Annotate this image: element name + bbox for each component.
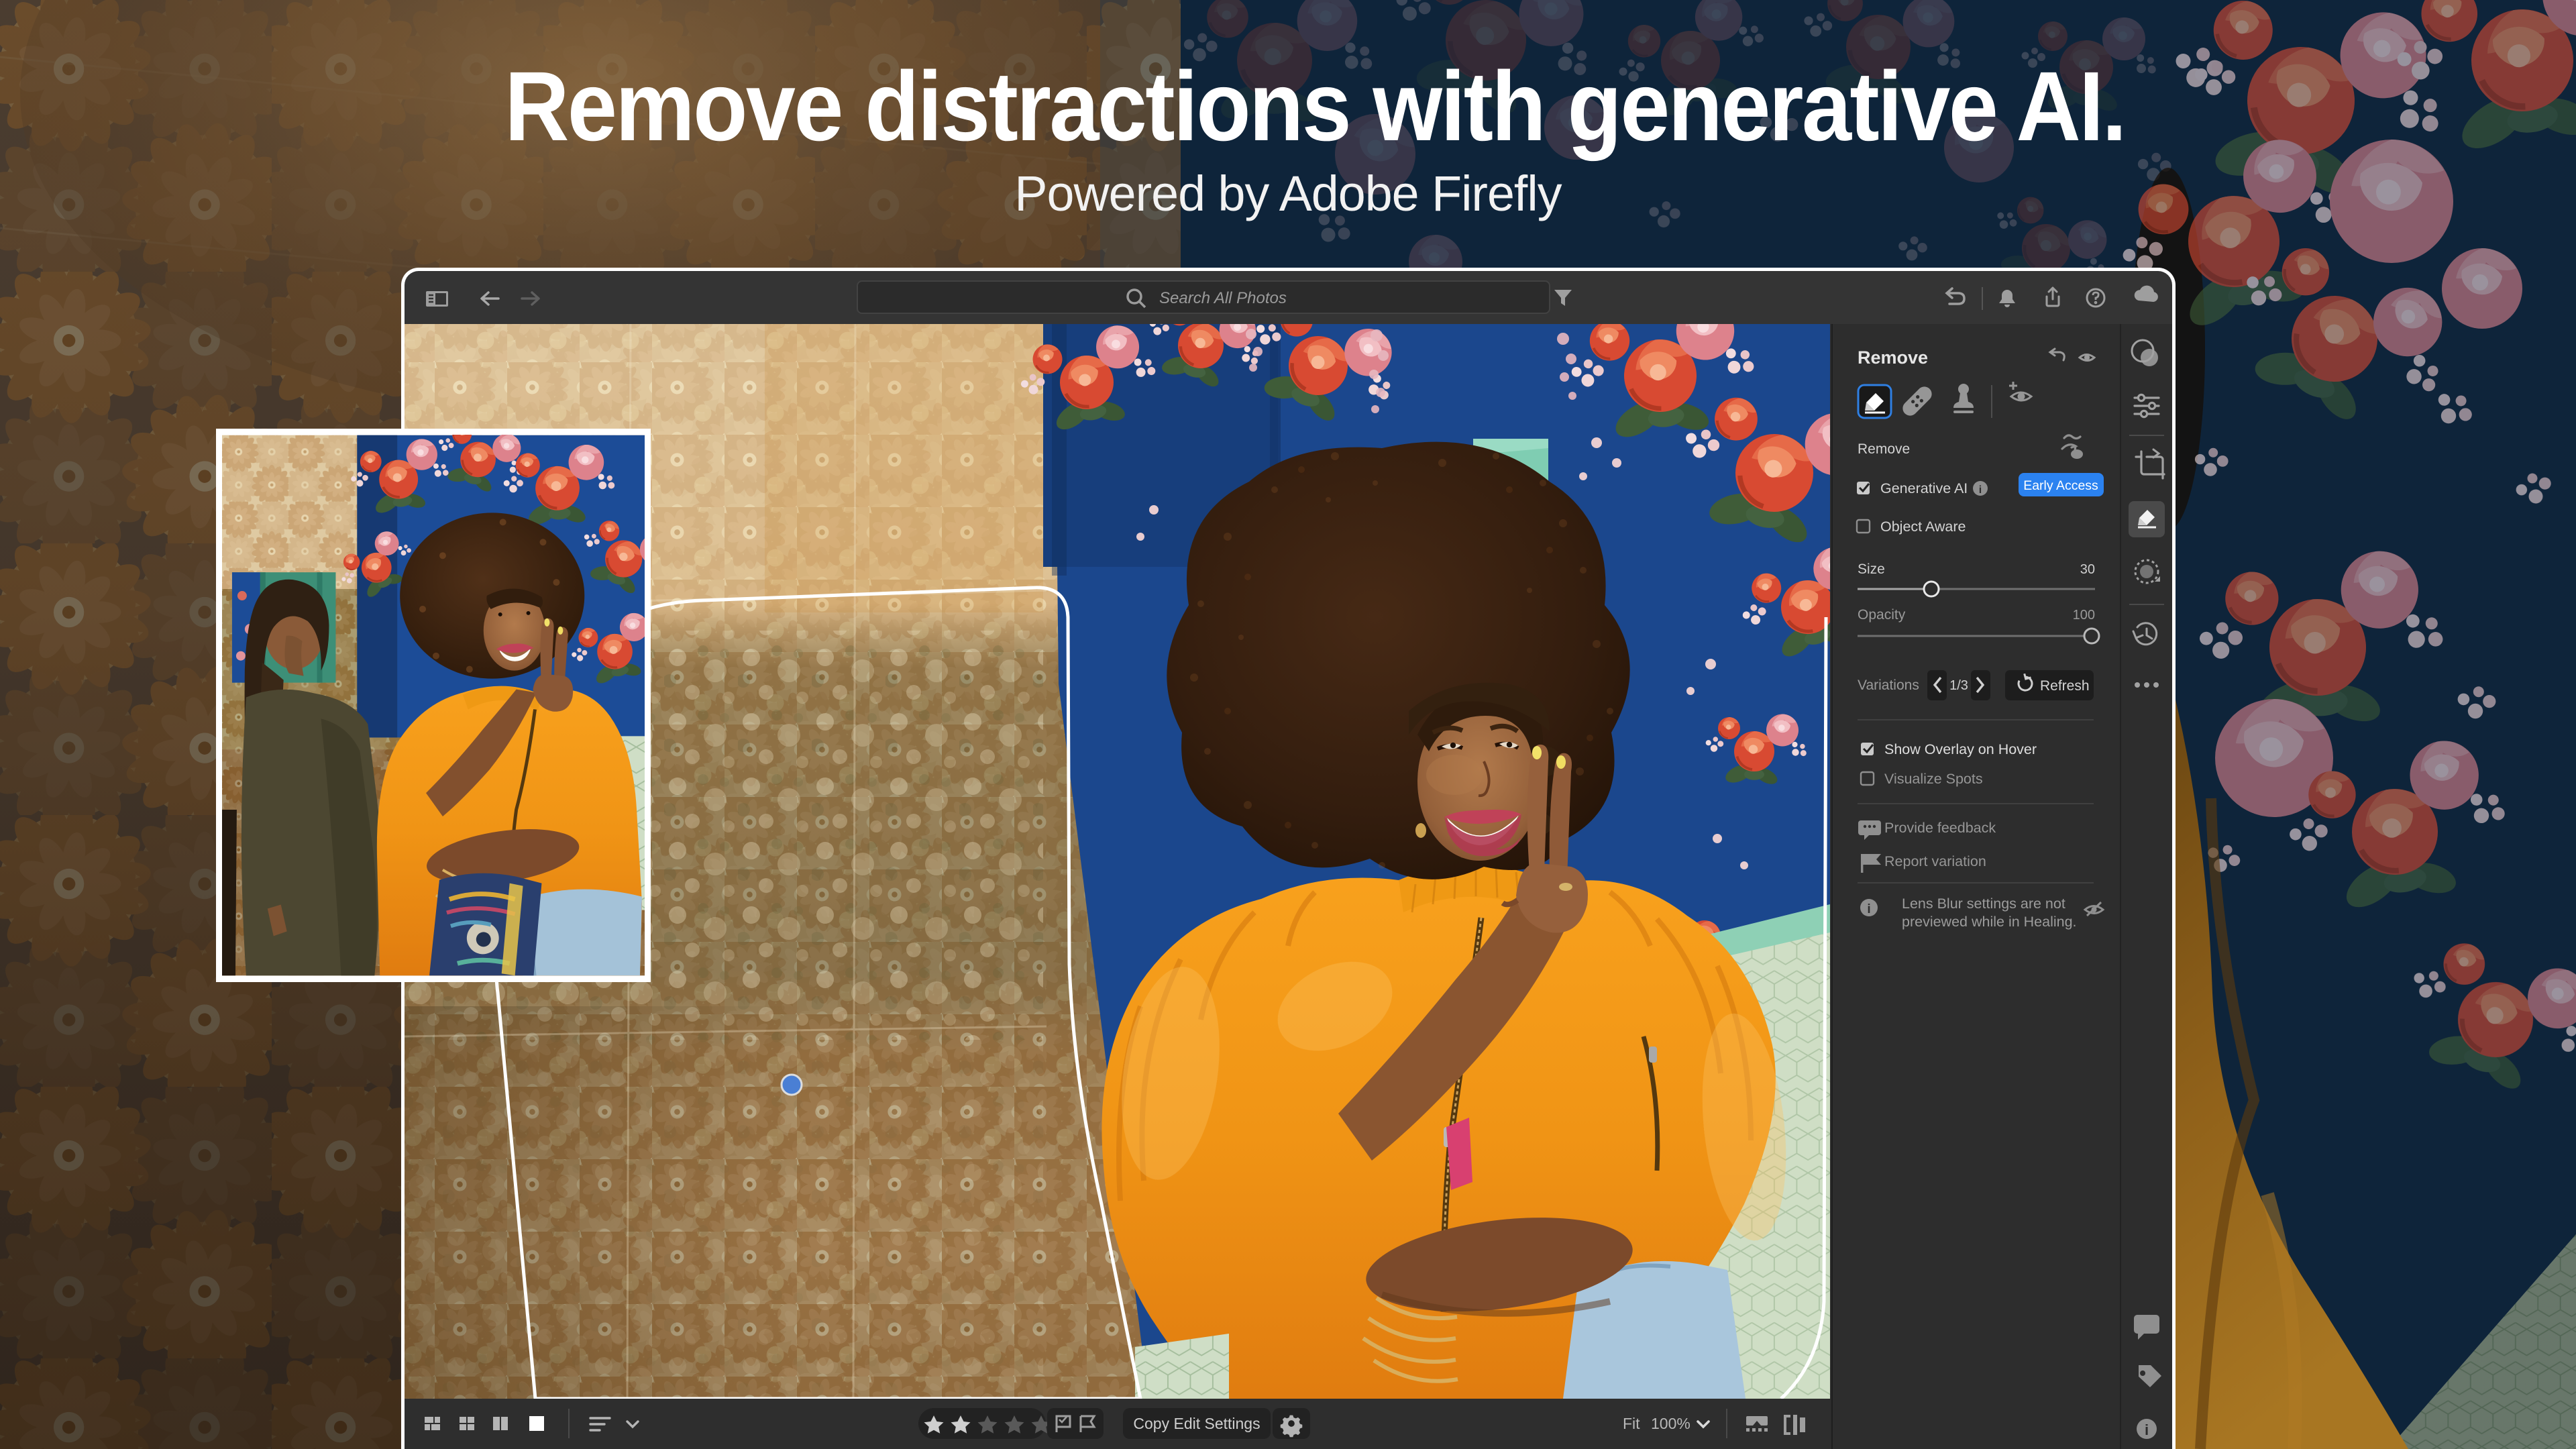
svg-text:Report variation: Report variation: [1884, 853, 1986, 869]
svg-text:100%: 100%: [1651, 1415, 1690, 1432]
svg-text:Remove: Remove: [1858, 347, 1928, 368]
svg-text:i: i: [1979, 484, 1982, 496]
svg-text:i: i: [2145, 1421, 2149, 1438]
svg-text:Early Access: Early Access: [2023, 478, 2098, 493]
svg-text:Provide feedback: Provide feedback: [1884, 820, 1996, 836]
svg-text:Remove: Remove: [1858, 441, 1910, 457]
svg-text:Generative AI: Generative AI: [1880, 480, 1968, 496]
svg-text:Variations: Variations: [1858, 678, 1919, 693]
svg-text:i: i: [1867, 902, 1870, 916]
svg-text:Search All Photos: Search All Photos: [1159, 289, 1287, 307]
svg-text:Lens Blur settings are not: Lens Blur settings are not: [1902, 896, 2065, 912]
svg-text:1/3: 1/3: [1949, 678, 1968, 693]
svg-text:Size: Size: [1858, 561, 1885, 577]
svg-text:30: 30: [2080, 562, 2095, 577]
svg-text:Refresh: Refresh: [2040, 678, 2090, 694]
svg-text:Show Overlay on Hover: Show Overlay on Hover: [1884, 741, 2037, 757]
svg-text:Visualize Spots: Visualize Spots: [1884, 771, 1983, 787]
svg-text:previewed while in Healing.: previewed while in Healing.: [1902, 914, 2077, 930]
svg-text:Object Aware: Object Aware: [1880, 519, 1966, 535]
svg-text:100: 100: [2073, 608, 2095, 623]
svg-text:Opacity: Opacity: [1858, 607, 1906, 623]
svg-text:Copy Edit Settings: Copy Edit Settings: [1133, 1415, 1260, 1432]
svg-text:Fit: Fit: [1623, 1415, 1640, 1432]
